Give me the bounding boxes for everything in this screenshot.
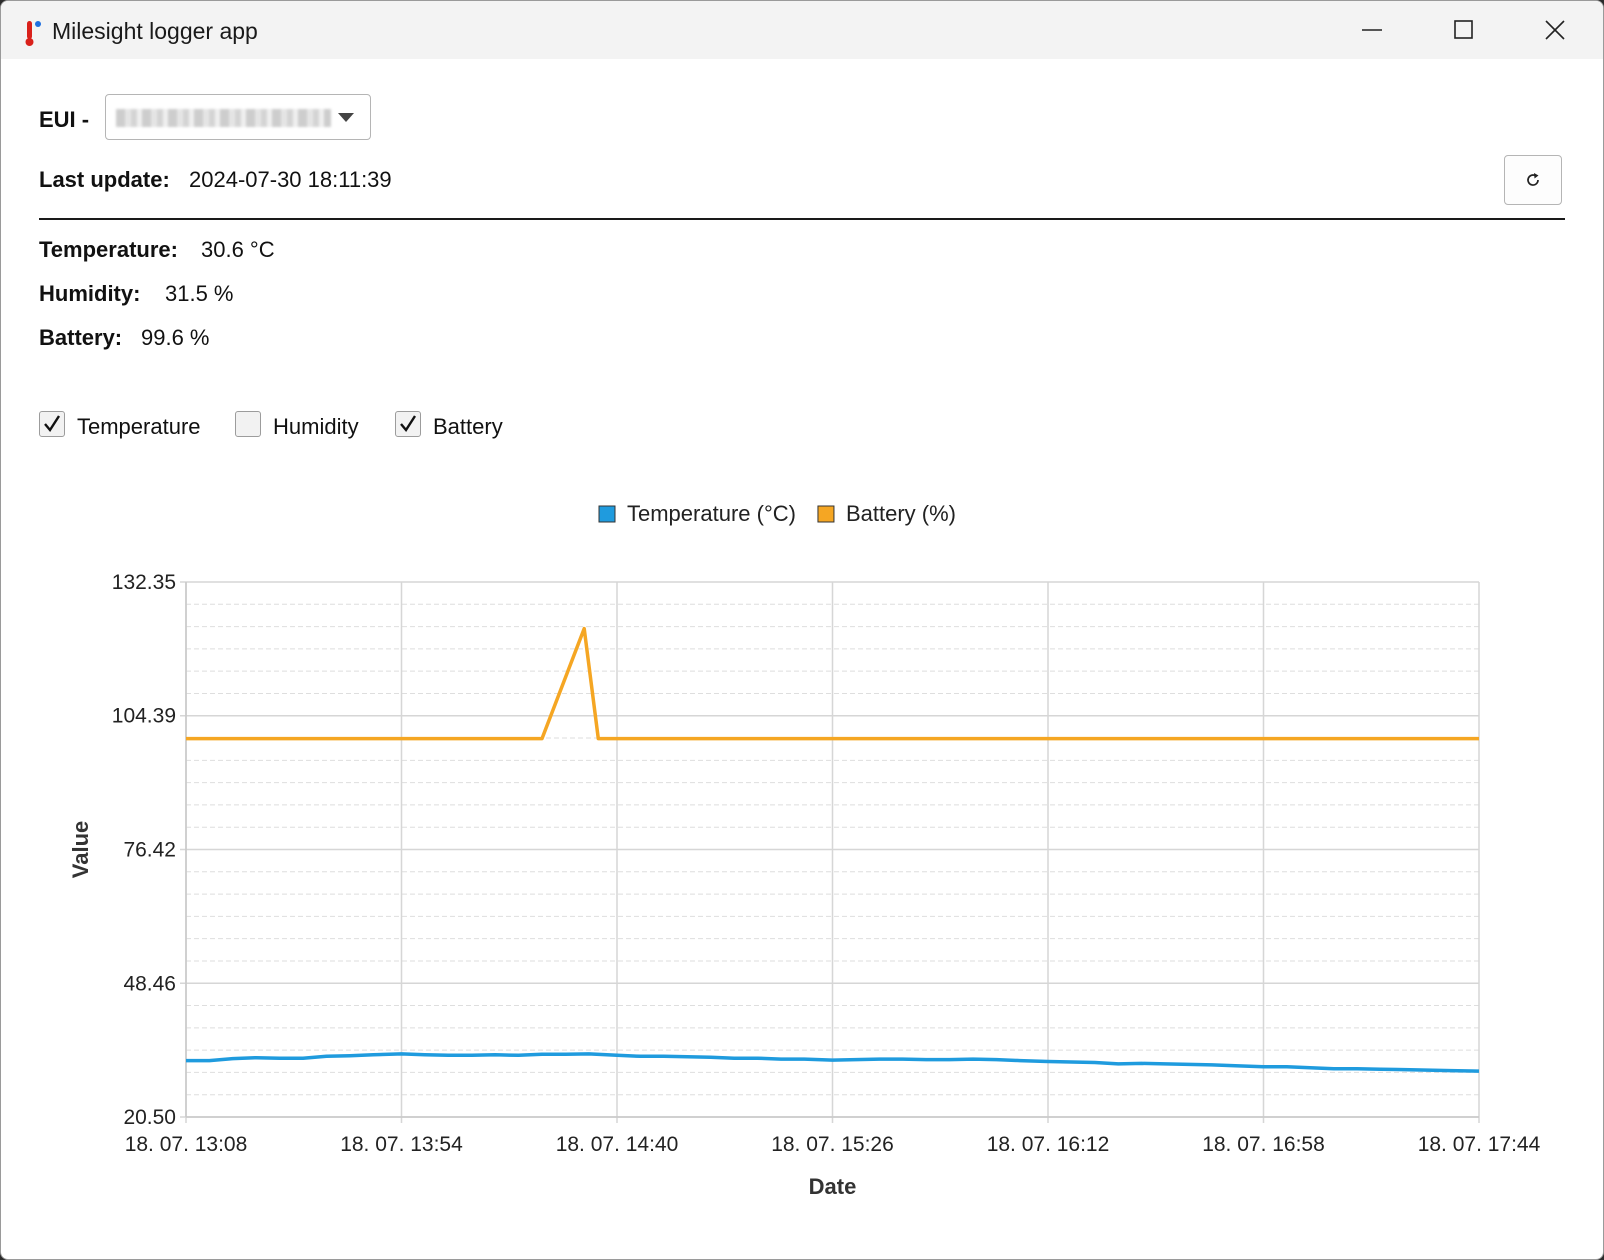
legend-label: Temperature (°C) <box>627 501 796 526</box>
close-icon <box>1545 20 1565 40</box>
y-tick-label: 76.42 <box>123 839 176 862</box>
minimize-icon <box>1362 29 1382 31</box>
title-bar[interactable]: Milesight logger app <box>1 1 1603 59</box>
y-tick-label: 132.35 <box>112 571 176 594</box>
x-tick-label: 18. 07. 13:08 <box>125 1133 248 1156</box>
app-window: Milesight logger app EUI - Last update: … <box>0 0 1604 1260</box>
minimize-button[interactable] <box>1326 1 1418 59</box>
main-content: EUI - Last update: 2024-07-30 18:11:39 T… <box>1 59 1603 1259</box>
x-tick-label: 18. 07. 15:26 <box>771 1133 894 1156</box>
x-tick-label: 18. 07. 16:58 <box>1202 1133 1325 1156</box>
y-tick-label: 48.46 <box>123 972 176 995</box>
thermometer-app-icon <box>25 21 41 46</box>
x-axis-label: Date <box>809 1174 857 1199</box>
legend-label: Battery (%) <box>846 501 956 526</box>
y-axis-label: Value <box>68 821 93 878</box>
y-tick-label: 104.39 <box>112 705 176 728</box>
legend-swatch <box>598 505 616 523</box>
x-tick-label: 18. 07. 16:12 <box>987 1133 1110 1156</box>
close-button[interactable] <box>1509 1 1601 59</box>
x-tick-label: 18. 07. 13:54 <box>340 1133 463 1156</box>
x-tick-label: 18. 07. 14:40 <box>556 1133 679 1156</box>
line-chart: 132.35 104.39 76.42 48.46 20.50 18. 07. 13:08… <box>68 501 1541 1199</box>
legend-swatch <box>817 505 835 523</box>
x-tick-label: 18. 07. 17:44 <box>1418 1133 1541 1156</box>
window-title: Milesight logger app <box>52 18 258 44</box>
y-tick-label: 20.50 <box>123 1106 176 1129</box>
maximize-icon <box>1454 20 1473 39</box>
maximize-button[interactable] <box>1418 1 1510 59</box>
